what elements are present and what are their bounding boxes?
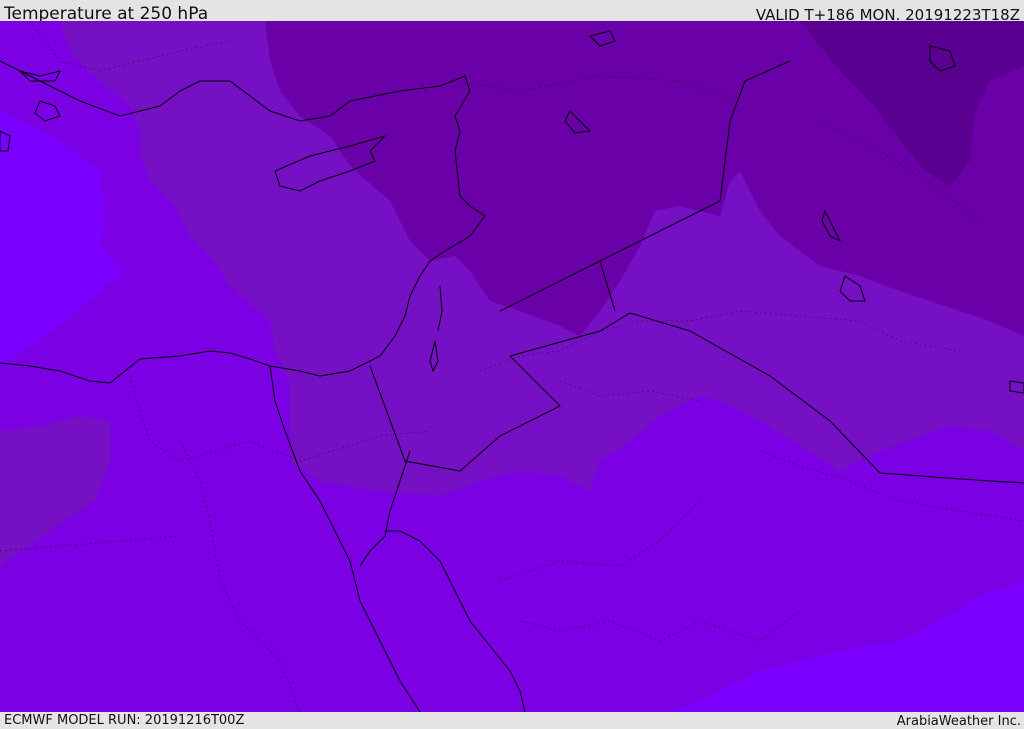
map-canvas <box>0 21 1024 712</box>
model-run-label: ECMWF MODEL RUN: 20191216T00Z <box>4 713 245 728</box>
footer-bar: ECMWF MODEL RUN: 20191216T00Z ArabiaWeat… <box>0 712 1024 729</box>
map-figure: Temperature at 250 hPa VALID T+186 MON. … <box>0 0 1024 729</box>
header-bar: Temperature at 250 hPa VALID T+186 MON. … <box>0 0 1024 24</box>
brand-label: ArabiaWeather Inc. <box>896 714 1021 729</box>
temperature-map <box>0 21 1024 712</box>
